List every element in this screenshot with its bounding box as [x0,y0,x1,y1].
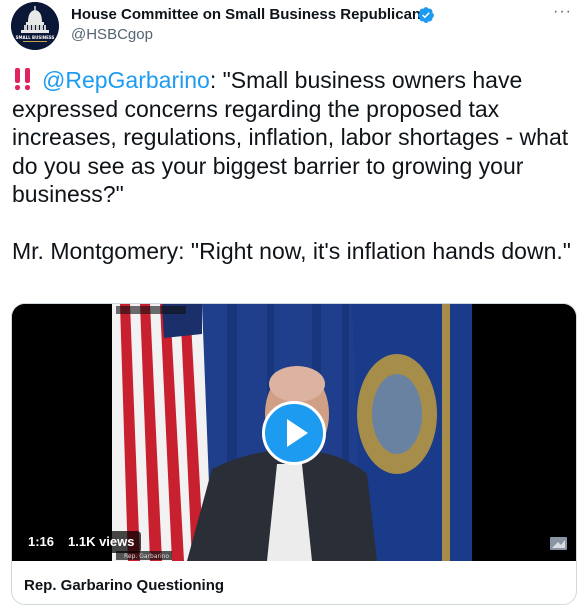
play-button[interactable] [262,401,326,465]
video-player[interactable]: Rep. Garbarino 1:16 1.1K views [12,304,576,561]
media-card[interactable]: Rep. Garbarino 1:16 1.1K views Rep. Garb… [11,303,577,605]
avatar[interactable]: SMALL BUSINESS [11,2,59,50]
video-overlay-label: Rep. Garbarino [124,553,169,560]
double-exclamation-icon [14,68,31,91]
verified-badge-icon [418,7,434,23]
capitol-dome-icon: SMALL BUSINESS [11,2,59,50]
play-icon [287,419,308,447]
account-handle[interactable]: @HSBCgop [71,26,153,43]
avatar-text: SMALL BUSINESS [16,35,55,40]
video-corner-icon [550,537,567,550]
tweet-body-2: Mr. Montgomery: "Right now, it's inflati… [12,238,571,264]
video-duration: 1:16 [22,531,61,553]
tweet-text: @RepGarbarino: "Small business owners ha… [12,66,578,266]
more-options-icon[interactable]: ··· [553,3,572,21]
video-views: 1.1K views [62,531,141,553]
account-name[interactable]: House Committee on Small Business Republ… [71,6,429,23]
mention-link[interactable]: @RepGarbarino [42,67,210,93]
card-title[interactable]: Rep. Garbarino Questioning [24,577,224,594]
